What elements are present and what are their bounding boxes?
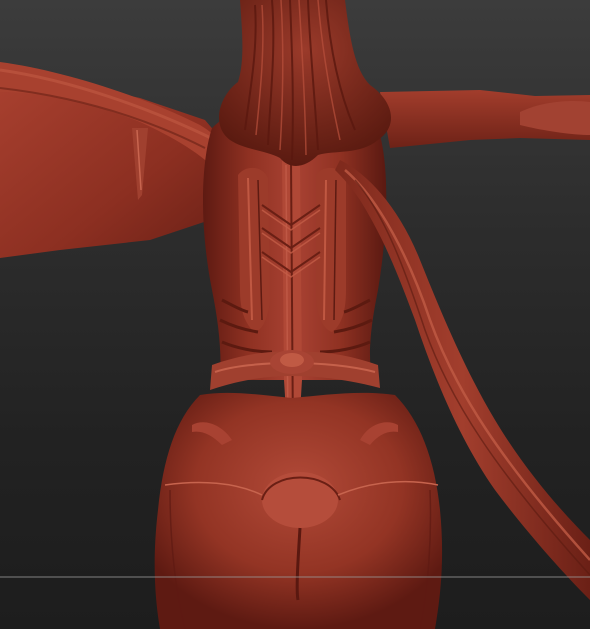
tailbone-bulge [262,472,338,528]
left-back-plate [238,167,270,332]
right-back-plate [316,167,346,332]
sculpt-viewport[interactable] [0,0,590,629]
sculpt-canvas[interactable] [0,0,590,629]
